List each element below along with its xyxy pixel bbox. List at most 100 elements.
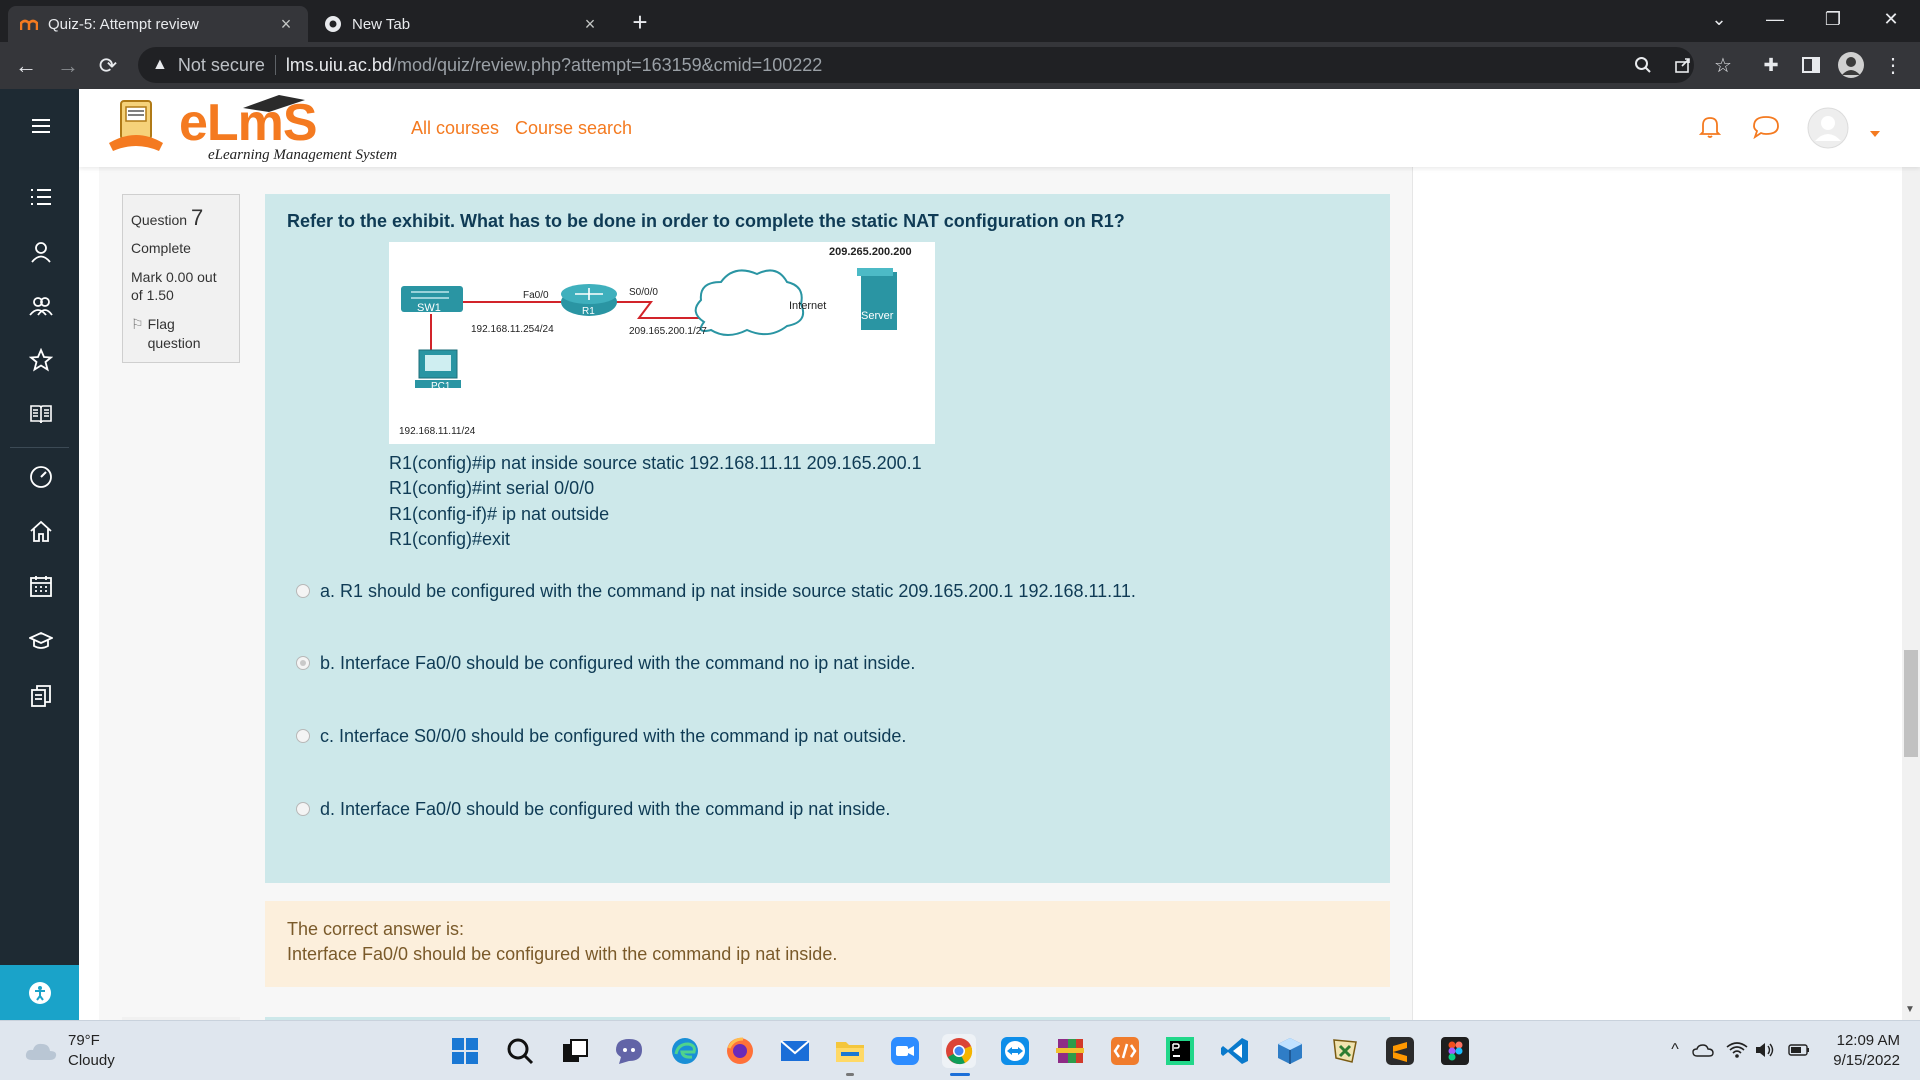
- radio-button[interactable]: [296, 729, 310, 743]
- star-icon[interactable]: [24, 343, 58, 377]
- scroll-down-arrow-icon[interactable]: ▼: [1905, 1004, 1915, 1015]
- tab-title: New Tab: [352, 15, 411, 33]
- right-drawer-area: [1412, 167, 1902, 1020]
- serial-interface-label: S0/0/0: [629, 287, 658, 298]
- close-window-button[interactable]: ✕: [1868, 0, 1914, 38]
- battery-icon[interactable]: [1788, 1038, 1810, 1062]
- logo-subtitle: eLearning Management System: [208, 147, 398, 163]
- files-copy-icon[interactable]: [24, 679, 58, 713]
- graduation-cap-icon[interactable]: [24, 624, 58, 658]
- extensions-icon[interactable]: ✚: [1756, 50, 1786, 80]
- question-mark: Mark 0.00 out of 1.50: [131, 268, 217, 304]
- weather-widget[interactable]: 79°F Cloudy: [24, 1031, 115, 1071]
- system-clock[interactable]: 12:09 AM 9/15/2022: [1814, 1031, 1900, 1071]
- task-view-icon[interactable]: [558, 1034, 592, 1068]
- radio-button[interactable]: [296, 802, 310, 816]
- url-path: /mod/quiz/review.php?attempt=163159&cmid…: [391, 54, 823, 75]
- zoom-app-icon[interactable]: [888, 1034, 922, 1068]
- reload-button[interactable]: ⟳: [92, 50, 124, 82]
- close-tab-icon[interactable]: ×: [580, 14, 600, 35]
- nav-all-courses[interactable]: All courses: [411, 118, 499, 139]
- browser-toolbar: ← → ⟳ ▲ Not secure lms.uiu.ac.bd /mod/qu…: [0, 42, 1920, 89]
- question-number: 7: [190, 205, 204, 230]
- close-tab-icon[interactable]: ×: [276, 14, 296, 35]
- switch-label: SW1: [417, 302, 441, 314]
- firefox-icon[interactable]: [723, 1034, 757, 1068]
- answer-option-b[interactable]: b. Interface Fa0/0 should be configured …: [296, 651, 915, 675]
- feedback-heading: The correct answer is:: [287, 919, 465, 939]
- wifi-icon[interactable]: [1726, 1038, 1748, 1062]
- mail-icon[interactable]: [778, 1034, 812, 1068]
- pycharm-icon[interactable]: [1163, 1034, 1197, 1068]
- vscode-icon[interactable]: [1218, 1034, 1252, 1068]
- search-icon[interactable]: [503, 1034, 537, 1068]
- user-menu-caret-icon[interactable]: [1870, 124, 1880, 137]
- users-group-icon[interactable]: [24, 289, 58, 323]
- flag-question-link[interactable]: ⚐ Flag question: [131, 315, 231, 353]
- answer-option-d[interactable]: d. Interface Fa0/0 should be configured …: [296, 797, 890, 821]
- home-icon[interactable]: [24, 514, 58, 548]
- university-crest-icon[interactable]: [105, 97, 167, 159]
- teamviewer-icon[interactable]: [998, 1034, 1032, 1068]
- active-app-indicator: [846, 1073, 854, 1076]
- flag-label: Flag question: [147, 316, 201, 352]
- new-tab-button[interactable]: +: [624, 6, 656, 38]
- volume-icon[interactable]: [1754, 1038, 1776, 1062]
- server-ip-label: 209.265.200.200: [829, 246, 912, 258]
- config-command-line: R1(config)#ip nat inside source static 1…: [389, 453, 922, 473]
- security-label: Not secure: [177, 54, 265, 75]
- teams-chat-icon[interactable]: [612, 1034, 646, 1068]
- book-icon[interactable]: [24, 397, 58, 431]
- tray-overflow-chevron-icon[interactable]: ^: [1664, 1038, 1686, 1062]
- nav-course-search[interactable]: Course search: [515, 118, 632, 139]
- notification-bell-icon[interactable]: [1698, 115, 1723, 141]
- code-blocks-icon[interactable]: [1108, 1034, 1142, 1068]
- tab-new-tab[interactable]: New Tab ×: [312, 6, 612, 42]
- windows-start-icon[interactable]: [448, 1034, 482, 1068]
- left-sidebar: [0, 89, 79, 1020]
- scrollbar-thumb[interactable]: [1904, 650, 1918, 757]
- active-app-indicator: [950, 1073, 970, 1076]
- onedrive-cloud-icon[interactable]: [1692, 1038, 1714, 1062]
- virtualbox-icon[interactable]: [1273, 1034, 1307, 1068]
- bookmark-star-icon[interactable]: ☆: [1708, 50, 1738, 80]
- page-scrollbar[interactable]: [1902, 89, 1920, 1020]
- feedback-answer: Interface Fa0/0 should be configured wit…: [287, 944, 838, 964]
- minimize-button[interactable]: —: [1752, 0, 1798, 38]
- file-explorer-icon[interactable]: [833, 1034, 867, 1068]
- divider: [274, 55, 276, 75]
- edge-browser-icon[interactable]: [668, 1034, 702, 1068]
- radio-button[interactable]: [296, 584, 310, 598]
- cisco-packet-tracer-icon[interactable]: [1328, 1034, 1362, 1068]
- restore-button[interactable]: ❐: [1810, 0, 1856, 38]
- correct-answer-feedback: The correct answer is: Interface Fa0/0 s…: [265, 901, 1390, 987]
- answer-option-c[interactable]: c. Interface S0/0/0 should be configured…: [296, 724, 906, 748]
- figma-icon[interactable]: [1438, 1034, 1472, 1068]
- chrome-icon[interactable]: [942, 1034, 976, 1068]
- sidebar-divider: [10, 447, 69, 448]
- winrar-icon[interactable]: [1053, 1034, 1087, 1068]
- radio-button-selected[interactable]: [296, 656, 310, 670]
- user-avatar[interactable]: [1807, 107, 1849, 149]
- accessibility-button[interactable]: [0, 965, 79, 1020]
- address-bar[interactable]: ▲ Not secure lms.uiu.ac.bd /mod/quiz/rev…: [138, 47, 1694, 83]
- sublime-text-icon[interactable]: [1383, 1034, 1417, 1068]
- side-panel-icon[interactable]: [1796, 50, 1826, 80]
- list-icon[interactable]: [24, 180, 58, 214]
- share-icon[interactable]: [1668, 50, 1698, 80]
- messages-chat-icon[interactable]: [1752, 115, 1780, 141]
- calendar-icon[interactable]: [24, 569, 58, 603]
- chrome-favicon-icon: [324, 15, 342, 33]
- zoom-icon[interactable]: [1628, 50, 1658, 80]
- user-icon[interactable]: [24, 235, 58, 269]
- menu-kebab-icon[interactable]: ⋮: [1878, 50, 1908, 80]
- profile-avatar[interactable]: [1836, 50, 1866, 80]
- tab-quiz-review[interactable]: Quiz-5: Attempt review ×: [8, 6, 308, 42]
- url-host: lms.uiu.ac.bd: [285, 54, 392, 75]
- tab-search-icon[interactable]: ⌄: [1696, 0, 1742, 38]
- back-button[interactable]: ←: [10, 50, 42, 82]
- hamburger-menu-icon[interactable]: [24, 109, 58, 143]
- answer-option-a[interactable]: a. R1 should be configured with the comm…: [296, 579, 1136, 603]
- forward-button[interactable]: →: [52, 50, 84, 82]
- dashboard-gauge-icon[interactable]: [24, 460, 58, 494]
